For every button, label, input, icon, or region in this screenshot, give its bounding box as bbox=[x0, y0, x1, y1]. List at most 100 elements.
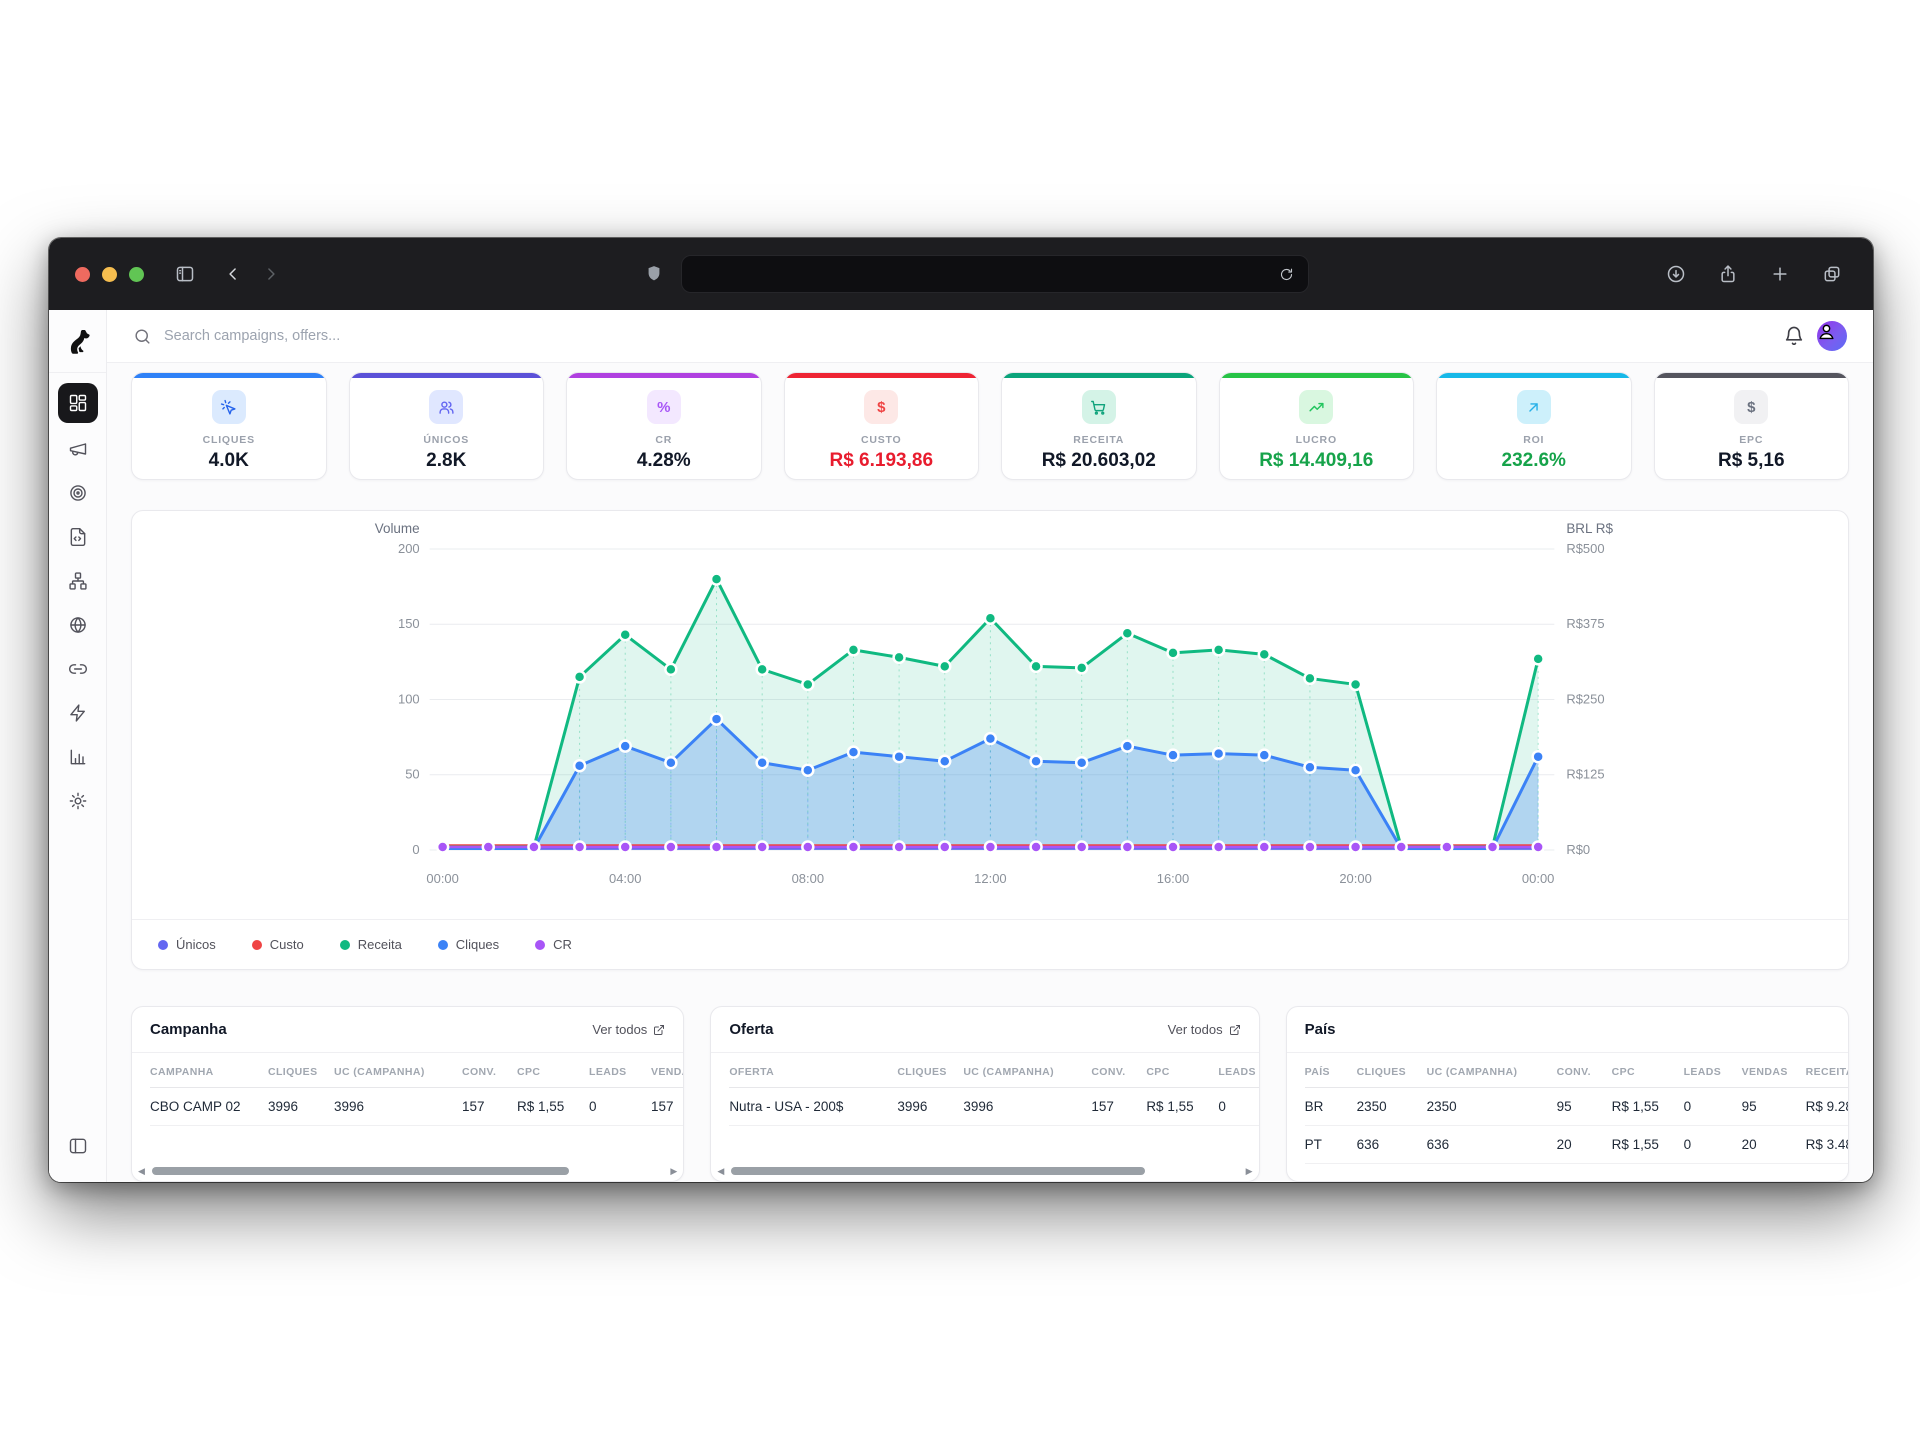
kpi-card-epc[interactable]: $EPCR$ 5,16 bbox=[1654, 372, 1850, 480]
ver-todos-link[interactable]: Ver todos bbox=[1168, 1022, 1241, 1037]
svg-text:R$125: R$125 bbox=[1566, 767, 1604, 782]
sidebar-item-reports[interactable] bbox=[56, 735, 100, 779]
column-header: CLIQUES bbox=[897, 1053, 963, 1088]
scrollbar-thumb[interactable] bbox=[731, 1167, 1145, 1175]
links-icon bbox=[68, 659, 88, 679]
scroll-right-arrow-icon[interactable]: ▶ bbox=[670, 1167, 677, 1176]
sidebar-item-settings[interactable] bbox=[56, 779, 100, 823]
legend-item-unicos[interactable]: Únicos bbox=[158, 937, 216, 952]
sidebar-item-globe[interactable] bbox=[56, 603, 100, 647]
table-title: Campanha bbox=[150, 1021, 227, 1038]
ver-todos-link[interactable]: Ver todos bbox=[592, 1022, 665, 1037]
globe-icon bbox=[68, 615, 88, 635]
dashboard-icon bbox=[68, 393, 88, 413]
column-header: CPC bbox=[1146, 1053, 1218, 1088]
kpi-icon-chip bbox=[1517, 390, 1551, 424]
downloads-icon[interactable] bbox=[1661, 259, 1691, 289]
table-cell: 157 bbox=[462, 1088, 517, 1126]
scrollbar-thumb[interactable] bbox=[152, 1167, 570, 1175]
legend-item-cliques[interactable]: Cliques bbox=[438, 937, 499, 952]
table-cell: 3996 bbox=[963, 1088, 1091, 1126]
kpi-card-unicos[interactable]: ÚNICOS2.8K bbox=[349, 372, 545, 480]
reload-icon[interactable] bbox=[1276, 263, 1298, 285]
kpi-card-receita[interactable]: RECEITAR$ 20.603,02 bbox=[1001, 372, 1197, 480]
kpi-card-roi[interactable]: ROI232.6% bbox=[1436, 372, 1632, 480]
minimize-window-button[interactable] bbox=[102, 267, 117, 282]
dollar-icon: $ bbox=[877, 399, 885, 416]
sidebar-item-target[interactable] bbox=[56, 471, 100, 515]
table-cell: 20 bbox=[1742, 1126, 1806, 1164]
zoom-window-button[interactable] bbox=[129, 267, 144, 282]
scrollbar-track[interactable] bbox=[150, 1167, 665, 1175]
sidebar-item-automation[interactable] bbox=[56, 691, 100, 735]
table-card-header: OfertaVer todos bbox=[711, 1007, 1258, 1053]
svg-text:12:00: 12:00 bbox=[974, 871, 1006, 886]
table-cell: R$ 3.484,10 bbox=[1806, 1126, 1848, 1164]
legend-label: Únicos bbox=[176, 937, 216, 952]
address-input[interactable] bbox=[692, 267, 1276, 282]
table-scroll-area[interactable]: CAMPANHACLIQUESUC (CAMPANHA)CONV.CPCLEAD… bbox=[132, 1053, 683, 1165]
search-input[interactable] bbox=[164, 328, 1771, 344]
user-avatar[interactable] bbox=[1817, 321, 1847, 351]
privacy-shield-icon[interactable] bbox=[639, 259, 669, 289]
horizontal-scrollbar[interactable]: ◀▶ bbox=[132, 1165, 683, 1181]
traffic-chart[interactable]: Volume050100150200BRL R$R$0R$125R$250R$3… bbox=[132, 511, 1848, 911]
scroll-right-arrow-icon[interactable]: ▶ bbox=[1246, 1167, 1253, 1176]
sidebar-item-dashboard[interactable] bbox=[58, 383, 98, 423]
table-card-header: País bbox=[1287, 1007, 1848, 1053]
notifications-bell-icon[interactable] bbox=[1783, 325, 1805, 347]
column-header: LEADS bbox=[1218, 1053, 1258, 1088]
sidebar-item-links[interactable] bbox=[56, 647, 100, 691]
kpi-card-cr[interactable]: %CR4.28% bbox=[566, 372, 762, 480]
table-cell: 2350 bbox=[1427, 1088, 1557, 1126]
column-header: VENDAS bbox=[1742, 1053, 1806, 1088]
table-scroll-area[interactable]: OFERTACLIQUESUC (CAMPANHA)CONV.CPCLEADSV… bbox=[711, 1053, 1258, 1165]
kpi-card-cliques[interactable]: CLIQUES4.0K bbox=[131, 372, 327, 480]
close-window-button[interactable] bbox=[75, 267, 90, 282]
scroll-left-arrow-icon[interactable]: ◀ bbox=[717, 1167, 724, 1176]
collapse-sidebar-icon[interactable] bbox=[56, 1124, 100, 1168]
table-cell: Nutra - USA - 200$ bbox=[729, 1088, 897, 1126]
app-logo[interactable] bbox=[49, 310, 106, 373]
legend-item-custo[interactable]: Custo bbox=[252, 937, 304, 952]
scrollbar-track[interactable] bbox=[729, 1167, 1240, 1175]
table-cell: 3996 bbox=[268, 1088, 334, 1126]
scroll-left-arrow-icon[interactable]: ◀ bbox=[138, 1167, 145, 1176]
table-cell: 636 bbox=[1357, 1126, 1427, 1164]
svg-text:BRL R$: BRL R$ bbox=[1566, 521, 1613, 536]
dashboard-content: CLIQUES4.0KÚNICOS2.8K%CR4.28%$CUSTOR$ 6.… bbox=[107, 363, 1873, 1182]
table-card-campanha: Campanha Ver todos CAMPANHACLIQUESUC (CAMP… bbox=[131, 1006, 684, 1182]
column-header: UC (CAMPANHA) bbox=[963, 1053, 1091, 1088]
table-row[interactable]: BR2350235095R$ 1,55095R$ 9.288,09 bbox=[1305, 1088, 1848, 1126]
new-tab-icon[interactable] bbox=[1765, 259, 1795, 289]
share-icon[interactable] bbox=[1713, 259, 1743, 289]
kpi-card-lucro[interactable]: LUCROR$ 14.409,16 bbox=[1219, 372, 1415, 480]
sidebar-item-campaigns[interactable] bbox=[56, 427, 100, 471]
svg-text:Volume: Volume bbox=[375, 521, 420, 536]
column-header: CONV. bbox=[1557, 1053, 1612, 1088]
data-table: CAMPANHACLIQUESUC (CAMPANHA)CONV.CPCLEAD… bbox=[150, 1053, 683, 1126]
table-row[interactable]: Nutra - USA - 200$39963996157R$ 1,550157 bbox=[729, 1088, 1258, 1126]
address-bar[interactable] bbox=[681, 255, 1309, 293]
horizontal-scrollbar[interactable]: ◀▶ bbox=[711, 1165, 1258, 1181]
table-row[interactable]: PT63663620R$ 1,55020R$ 3.484,10 bbox=[1305, 1126, 1848, 1164]
legend-item-receita[interactable]: Receita bbox=[340, 937, 402, 952]
browser-titlebar bbox=[49, 238, 1873, 310]
browser-sidebar-toggle-icon[interactable] bbox=[170, 259, 200, 289]
legend-item-cr[interactable]: CR bbox=[535, 937, 572, 952]
kpi-accent-bar bbox=[1655, 373, 1849, 378]
forward-icon[interactable] bbox=[256, 259, 286, 289]
table-scroll-area[interactable]: PAÍSCLIQUESUC (CAMPANHA)CONV.CPCLEADSVEN… bbox=[1287, 1053, 1848, 1181]
kpi-label: CR bbox=[655, 434, 672, 446]
sidebar-item-code-file[interactable] bbox=[56, 515, 100, 559]
tab-overview-icon[interactable] bbox=[1817, 259, 1847, 289]
back-icon[interactable] bbox=[218, 259, 248, 289]
reports-icon bbox=[68, 747, 88, 767]
campaigns-icon bbox=[68, 439, 88, 459]
sidebar-item-network[interactable] bbox=[56, 559, 100, 603]
kpi-card-custo[interactable]: $CUSTOR$ 6.193,86 bbox=[784, 372, 980, 480]
table-cell: 20 bbox=[1557, 1126, 1612, 1164]
trending-up-icon bbox=[1308, 399, 1325, 416]
table-row[interactable]: CBO CAMP 0239963996157R$ 1,550157R bbox=[150, 1088, 683, 1126]
svg-text:00:00: 00:00 bbox=[1522, 871, 1554, 886]
